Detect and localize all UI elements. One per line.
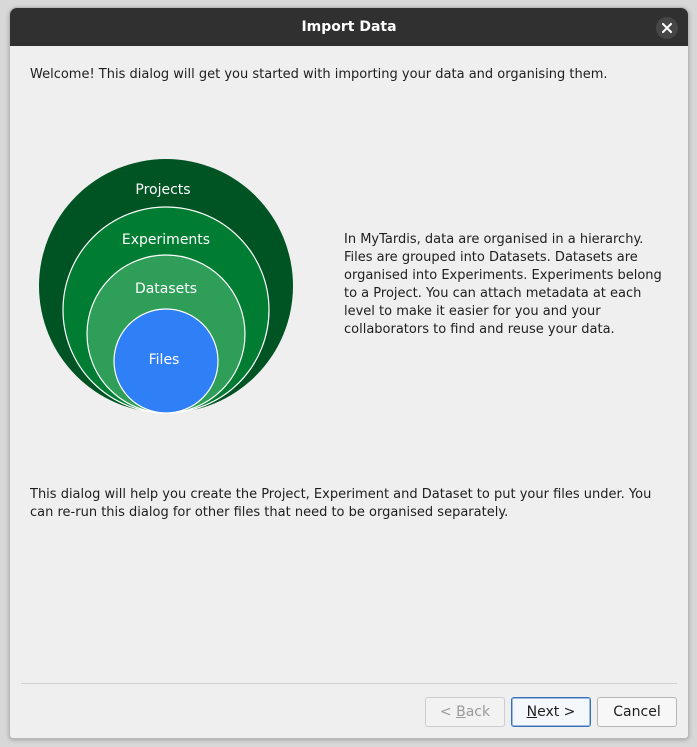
window-title: Import Data [301,19,397,35]
back-mnemonic: B [456,704,466,720]
back-button[interactable]: < Back [425,697,505,727]
welcome-text: Welcome! This dialog will get you starte… [30,67,608,82]
import-data-dialog: Import Data Welcome! This dialog will ge… [9,7,689,739]
help-text: This dialog will help you create the Pro… [30,487,652,520]
next-label-rest: ext > [537,704,576,720]
back-prefix: < [439,704,457,720]
datasets-label: Datasets [135,281,197,297]
back-label-rest: ack [465,704,491,720]
title-bar: Import Data [10,8,688,46]
next-button[interactable]: Next > [511,697,591,727]
projects-label: Projects [135,182,190,198]
close-button[interactable] [656,17,678,39]
next-mnemonic: N [526,704,538,720]
hierarchy-diagram: Projects Experiments Datasets Files [39,159,293,414]
experiments-label: Experiments [122,232,210,248]
button-divider [21,683,677,684]
hierarchy-explanation: In MyTardis, data are organised in a hie… [344,232,662,337]
close-icon [662,23,672,33]
files-label: Files [149,352,180,368]
cancel-button[interactable]: Cancel [597,697,677,727]
